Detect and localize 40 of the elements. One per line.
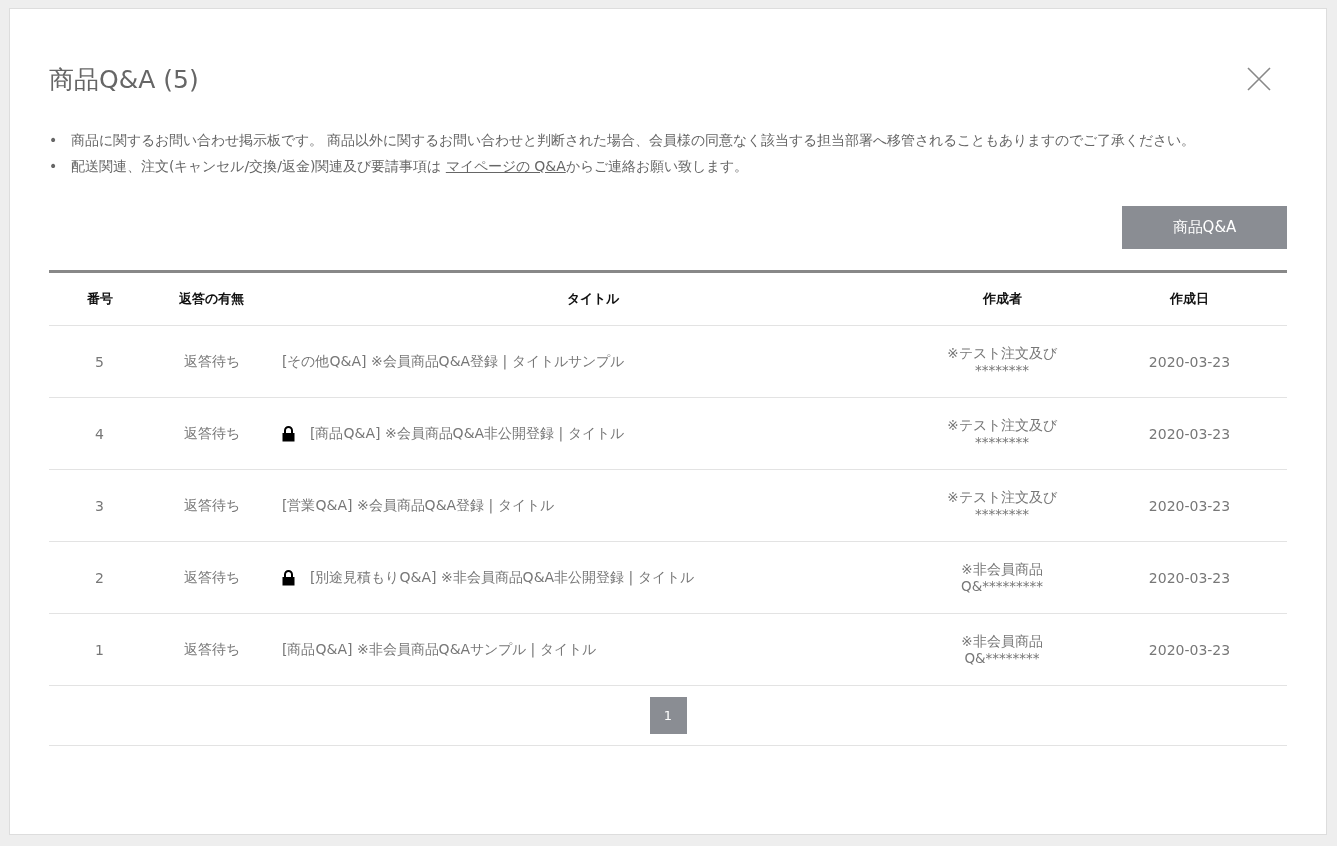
notice-text: 配送関連、注文(キャンセル/交換/返金)関連及び要請事項は マイページの Q&Aからご連絡お願い致します。 — [71, 157, 748, 176]
date-text: 2020-03-23 — [1148, 497, 1231, 514]
status-text: 返答待ち — [183, 640, 240, 657]
table-cell: 5 — [95, 353, 104, 370]
date-text: 2020-03-23 — [1148, 569, 1231, 586]
bullet-marker: • — [49, 157, 59, 176]
author-name: ※テスト注文及び ******** — [947, 416, 1057, 451]
table-cell: 1 — [95, 641, 104, 658]
column-header: タイトル — [566, 291, 619, 306]
question-title-link[interactable]: [営業Q&A] ※会員商品Q&A登録 | タイトル — [282, 496, 554, 515]
dialog-title: 商品Q&A (5) — [49, 63, 199, 96]
table-cell: 4 — [95, 425, 104, 442]
status-text: 返答待ち — [183, 568, 240, 585]
close-icon — [1247, 67, 1271, 91]
author-name: ※非会員商品 Q&******** — [961, 632, 1043, 667]
author-name: ※テスト注文及び ******** — [947, 344, 1057, 379]
notice-text: 商品に関するお問い合わせ掲示板です。 商品以外に関するお問い合わせと判断された場合、会員様の同意なく該当する担当部署へ移管されることもありますのでご了承ください。 — [71, 131, 1196, 150]
qa-button[interactable]: 商品Q&A — [1122, 206, 1287, 249]
author-name: ※テスト注文及び ******** — [947, 488, 1057, 523]
page-button[interactable]: 1 — [649, 697, 687, 734]
status-text: 返答待ち — [183, 352, 240, 369]
mypage-link[interactable]: マイページの Q&A — [445, 158, 566, 174]
status-text: 返答待ち — [183, 424, 240, 441]
author-name: ※非会員商品 Q&********* — [961, 560, 1043, 595]
question-title-link[interactable]: [商品Q&A] ※会員商品Q&A非公開登録 | タイトル — [310, 424, 624, 443]
column-header: 作成者 — [982, 291, 1022, 306]
question-title-link[interactable]: [別途見積もりQ&A] ※非会員商品Q&A非公開登録 | タイトル — [310, 568, 694, 587]
date-text: 2020-03-23 — [1148, 641, 1231, 658]
status-text: 返答待ち — [183, 496, 240, 513]
table-cell: 2 — [95, 569, 104, 586]
column-header: 番号 — [86, 291, 113, 306]
date-text: 2020-03-23 — [1148, 425, 1231, 442]
table-cell: 3 — [95, 497, 104, 514]
date-text: 2020-03-23 — [1148, 353, 1231, 370]
question-title-link[interactable]: [その他Q&A] ※会員商品Q&A登録 | タイトルサンプル — [282, 352, 624, 371]
column-header: 作成日 — [1170, 291, 1209, 306]
close-button[interactable] — [1247, 67, 1271, 91]
question-title-link[interactable]: [商品Q&A] ※非会員商品Q&Aサンプル | タイトル — [282, 640, 596, 659]
column-header: 返答の有無 — [179, 291, 244, 306]
bullet-marker: • — [49, 131, 59, 150]
